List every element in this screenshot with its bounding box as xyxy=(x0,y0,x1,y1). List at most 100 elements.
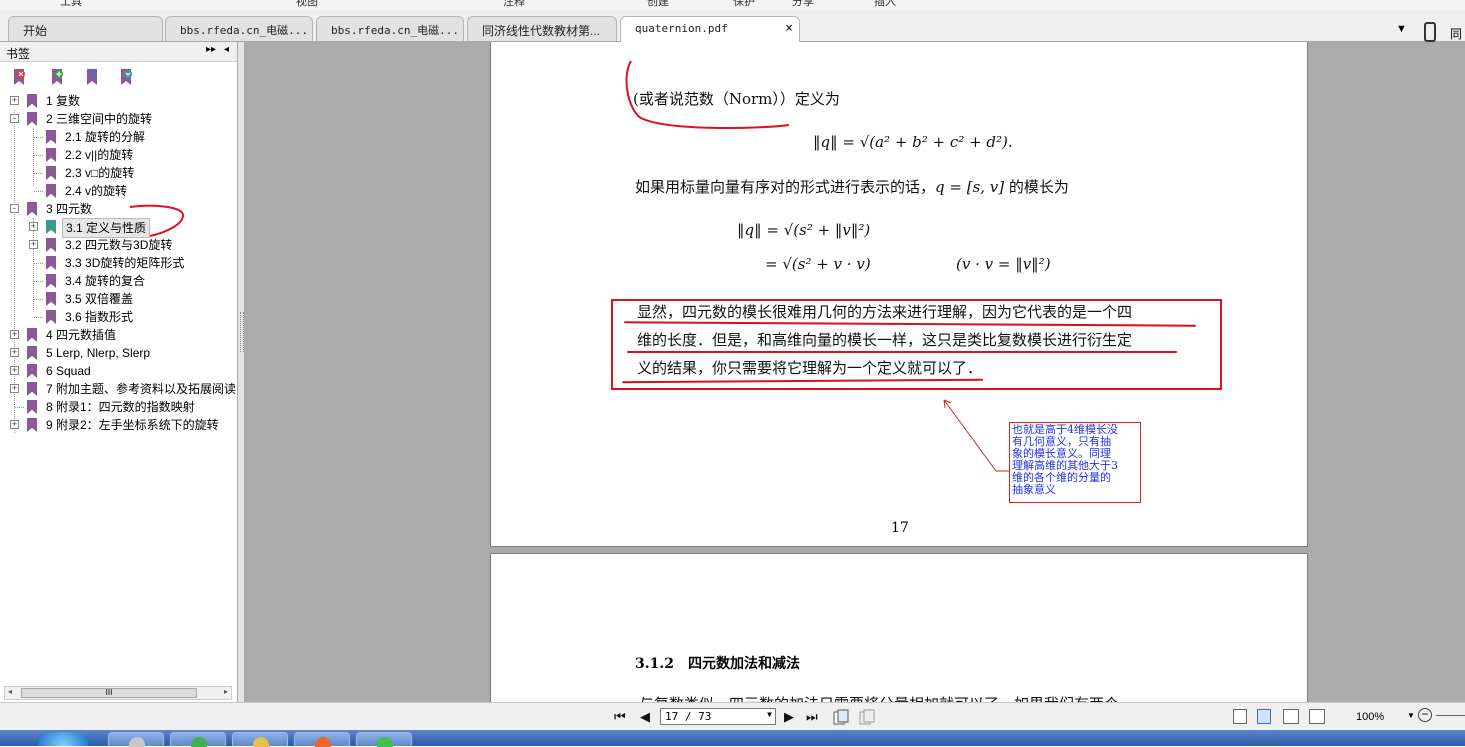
facing-view-icon[interactable] xyxy=(1283,709,1299,724)
callout-annotation[interactable]: 也就是高于4维模长没 有几何意义，只有抽 象的模长意义。同理 理解高维的其他大于… xyxy=(1009,422,1141,503)
scroll-left-icon[interactable]: ◂ xyxy=(8,687,12,696)
document-tab-bar: 开始 bbs.rfeda.cn_电磁... bbs.rfeda.cn_电磁...… xyxy=(0,9,1465,58)
ribbon-tab-view[interactable]: 视图 xyxy=(296,0,318,9)
go-to-bookmark-icon[interactable] xyxy=(85,69,99,85)
bookmark-icon xyxy=(46,274,56,288)
scrollbar-grip: III xyxy=(105,688,113,697)
taskbar-app-browser[interactable] xyxy=(170,732,226,747)
bookmarks-panel: 书签 ▸▸ ◂ +1 复数 - 2 三维空间中的旋转 2.1 旋转的分解 2.2 v||… xyxy=(0,42,238,702)
tab-quaternion-pdf[interactable]: quaternion.pdf × xyxy=(620,16,800,42)
collapse-panel-icon[interactable]: ◂ xyxy=(224,44,229,55)
bookmark-icon xyxy=(46,292,56,306)
previous-view-icon[interactable] xyxy=(833,709,849,725)
tab-list-dropdown-icon[interactable]: ▼ xyxy=(1396,23,1407,35)
tab-label: bbs.rfeda.cn_电磁... xyxy=(331,24,459,37)
bookmark-label: 8 附录1：四元数的指数映射 xyxy=(46,400,195,414)
ribbon-tab-protect[interactable]: 保护 xyxy=(733,0,755,9)
tab-start[interactable]: 开始 xyxy=(8,16,163,41)
expand-bookmarks-icon[interactable] xyxy=(119,69,133,85)
taskbar-app-pdf[interactable] xyxy=(294,732,350,747)
page-navigation-bar: ⏮ ◀ 17 / 73 ▼ ▶ ⏭ 100% ▼ − xyxy=(0,702,1465,731)
addition-partial-text: 与复数类似，四元数的加法只需要将分量相加就可以了．如果我们有两个 xyxy=(639,693,1119,702)
bookmark-label: 3.4 旋转的复合 xyxy=(65,274,146,288)
expand-node-icon[interactable]: + xyxy=(10,384,19,393)
bookmark-item[interactable]: 3.4 旋转的复合 xyxy=(0,272,238,290)
previous-page-icon[interactable]: ◀ xyxy=(640,709,650,725)
ribbon-tab-insert[interactable]: 插入 xyxy=(874,0,896,9)
expand-node-icon[interactable]: + xyxy=(10,330,19,339)
document-viewport[interactable]: (或者说范数（Norm））定义为 ‖q‖ = √(a² + b² + c² + … xyxy=(244,42,1465,702)
mobile-phone-icon[interactable] xyxy=(1424,22,1436,42)
bookmark-label: 1 复数 xyxy=(46,94,81,108)
bookmark-item[interactable]: 8 附录1：四元数的指数映射 xyxy=(0,398,238,416)
taskbar-app-chat[interactable] xyxy=(356,732,412,747)
add-bookmark-icon[interactable] xyxy=(50,69,64,85)
expand-node-icon[interactable]: + xyxy=(10,348,19,357)
bookmark-item[interactable]: 2.2 v||的旋转 xyxy=(0,146,238,164)
collapse-node-icon[interactable]: - xyxy=(10,114,19,123)
tree-connector xyxy=(34,299,43,300)
taskbar-app-window[interactable] xyxy=(108,732,164,747)
zoom-dropdown-icon[interactable]: ▼ xyxy=(1407,711,1415,720)
tab-rfeda-1[interactable]: bbs.rfeda.cn_电磁... xyxy=(165,16,313,41)
bookmark-label: 2.1 旋转的分解 xyxy=(65,130,146,144)
zoom-level[interactable]: 100% xyxy=(1356,711,1384,723)
bookmark-label: 4 四元数插值 xyxy=(46,328,117,342)
bookmark-item[interactable]: +5 Lerp, Nlerp, Slerp xyxy=(0,344,238,362)
pdf-page-18: 3.1.2 四元数加法和减法 与复数类似，四元数的加法只需要将分量相加就可以了．… xyxy=(490,553,1308,702)
tab-rfeda-2[interactable]: bbs.rfeda.cn_电磁... xyxy=(316,16,464,41)
bookmark-label: 2.2 v||的旋转 xyxy=(65,148,134,162)
bookmark-item[interactable]: 2.1 旋转的分解 xyxy=(0,128,238,146)
single-page-view-icon[interactable] xyxy=(1233,709,1247,724)
bookmark-icon xyxy=(27,364,37,378)
scroll-right-icon[interactable]: ▸ xyxy=(224,687,228,696)
taskbar-app-explorer[interactable] xyxy=(232,732,288,747)
tree-connector xyxy=(15,407,24,408)
tab-close-icon[interactable]: × xyxy=(785,21,793,36)
ribbon-tab-create[interactable]: 创建 xyxy=(647,0,669,9)
bookmark-item[interactable]: 3.6 指数形式 xyxy=(0,308,238,326)
tree-connector xyxy=(34,155,43,156)
expand-node-icon[interactable]: + xyxy=(10,366,19,375)
bookmark-label: 3.6 指数形式 xyxy=(65,310,134,324)
ribbon-tab-share[interactable]: 分享 xyxy=(792,0,814,9)
bookmark-item[interactable]: - 2 三维空间中的旋转 xyxy=(0,110,238,128)
expand-node-icon[interactable]: + xyxy=(10,96,19,105)
tree-connector xyxy=(34,137,43,138)
bookmark-icon xyxy=(27,382,37,396)
bookmark-item[interactable]: 2.3 v□的旋转 xyxy=(0,164,238,182)
continuous-view-icon[interactable] xyxy=(1257,709,1271,724)
bookmark-item[interactable]: +1 复数 xyxy=(0,92,238,110)
page-number-input[interactable]: 17 / 73 ▼ xyxy=(660,708,776,725)
bookmark-item[interactable]: 3.5 双倍覆盖 xyxy=(0,290,238,308)
start-orb-icon[interactable] xyxy=(38,732,88,746)
callout-leader-line xyxy=(943,399,997,472)
tree-connector xyxy=(34,173,43,174)
last-page-icon[interactable]: ⏭ xyxy=(806,709,818,725)
bookmark-item[interactable]: +7 附加主题、参考资料以及拓展阅读 xyxy=(0,380,238,398)
page-dropdown-icon[interactable]: ▼ xyxy=(767,710,772,719)
ribbon-tab-annotate[interactable]: 注释 xyxy=(503,0,525,9)
continuous-facing-view-icon[interactable] xyxy=(1309,709,1325,724)
expand-node-icon[interactable]: + xyxy=(10,420,19,429)
next-view-icon[interactable] xyxy=(859,709,875,725)
ribbon-tab-tools[interactable]: 工具 xyxy=(60,0,82,9)
pin-panel-icon[interactable]: ▸▸ xyxy=(206,44,216,55)
zoom-slider[interactable] xyxy=(1436,715,1465,716)
bookmarks-horizontal-scrollbar[interactable]: ◂ III ▸ xyxy=(4,686,232,700)
page-number-value: 17 / 73 xyxy=(665,710,712,723)
tab-label: 开始 xyxy=(23,24,48,38)
bookmark-icon xyxy=(27,112,37,126)
ink-curve-stroke[interactable] xyxy=(625,60,790,129)
bookmark-item[interactable]: +6 Squad xyxy=(0,362,238,380)
zoom-out-icon[interactable]: − xyxy=(1418,708,1432,722)
bookmark-label: 6 Squad xyxy=(46,364,91,378)
ink-swoosh-stroke[interactable] xyxy=(0,192,238,272)
scrollbar-thumb[interactable]: III xyxy=(21,688,197,698)
delete-bookmark-icon[interactable] xyxy=(12,69,26,85)
first-page-icon[interactable]: ⏮ xyxy=(614,709,626,725)
tab-linear-algebra[interactable]: 同济线性代数教材第... xyxy=(467,16,617,41)
bookmark-item[interactable]: +4 四元数插值 xyxy=(0,326,238,344)
next-page-icon[interactable]: ▶ xyxy=(784,709,794,725)
bookmark-item[interactable]: +9 附录2：左手坐标系统下的旋转 xyxy=(0,416,238,434)
